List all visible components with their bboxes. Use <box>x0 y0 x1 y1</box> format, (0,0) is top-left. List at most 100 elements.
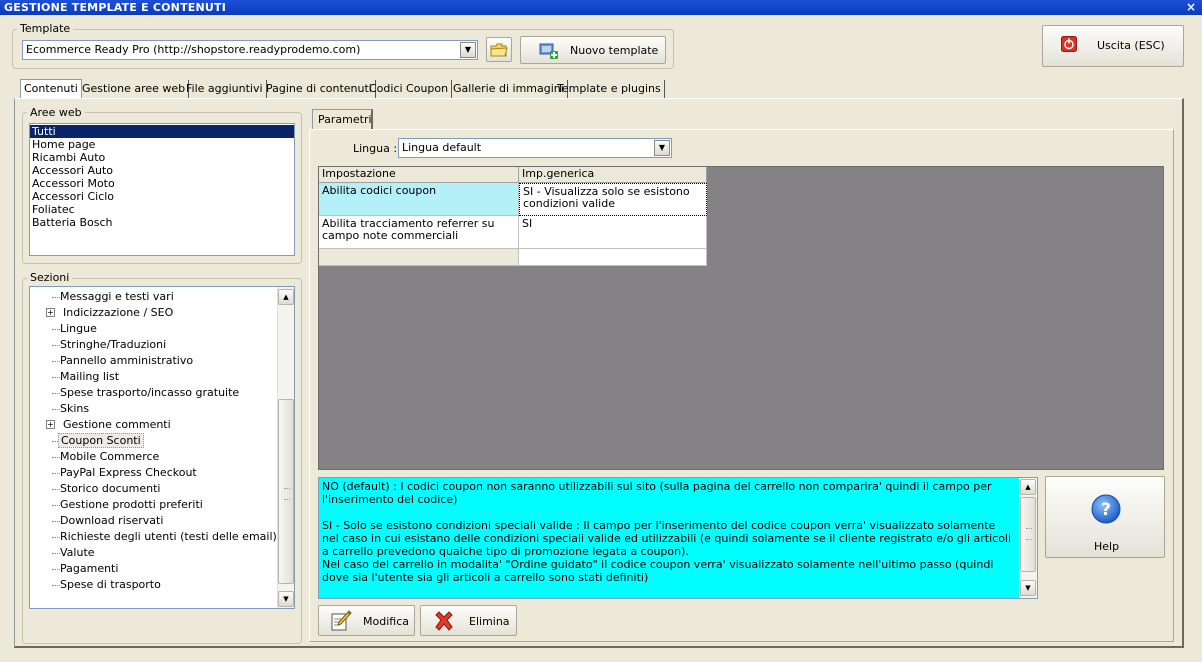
lingua-select-value: Lingua default <box>402 141 482 154</box>
tree-item[interactable]: Coupon Sconti <box>32 433 144 449</box>
tab-contenuti[interactable]: Contenuti <box>20 79 82 99</box>
tab-template-e-plugins[interactable]: Template e plugins <box>554 80 665 98</box>
list-item[interactable]: Accessori Ciclo <box>30 190 294 203</box>
tab-label: Pagine di contenuti <box>266 82 372 95</box>
lingua-label: Lingua : <box>353 142 398 155</box>
chevron-down-icon[interactable]: ▼ <box>460 42 476 58</box>
tab-label: Codici Coupon <box>369 82 449 95</box>
template-group-label: Template <box>17 22 74 35</box>
scroll-thumb[interactable] <box>278 399 294 584</box>
tree-item-label: Storico documenti <box>60 482 161 495</box>
edit-icon <box>331 610 352 631</box>
tab-gallerie-di-immagini[interactable]: Gallerie di immagini <box>450 80 568 98</box>
tab-parametri[interactable]: Parametri <box>312 109 373 130</box>
tree-item[interactable]: Mobile Commerce <box>32 449 161 465</box>
expand-icon[interactable]: + <box>46 420 55 429</box>
grid-header-impostazione: Impostazione <box>319 167 519 183</box>
tab-label: Template e plugins <box>557 82 661 95</box>
list-item[interactable]: Accessori Auto <box>30 164 294 177</box>
modifica-button[interactable]: Modifica <box>318 605 415 636</box>
help-button[interactable]: ? Help <box>1045 476 1165 558</box>
list-item[interactable]: Tutti <box>30 125 294 138</box>
close-icon[interactable]: × <box>1186 0 1196 15</box>
list-item[interactable]: Home page <box>30 138 294 151</box>
tree-item-label: Spese di trasporto <box>60 578 161 591</box>
tree-item[interactable]: + Indicizzazione / SEO <box>32 305 175 321</box>
aree-web-list[interactable]: Tutti Home page Ricambi Auto Accessori Auto… <box>29 123 295 256</box>
tree-item-label: Indicizzazione / SEO <box>63 306 174 319</box>
tree-item[interactable]: Messaggi e testi vari <box>32 289 176 305</box>
list-item[interactable]: Foliatec <box>30 203 294 216</box>
open-folder-button[interactable] <box>486 37 512 62</box>
grid-cell-setting-name[interactable]: Abilita tracciamento referrer su campo n… <box>319 216 519 249</box>
add-template-icon <box>539 43 558 59</box>
template-select[interactable]: Ecommerce Ready Pro (http://shopstore.re… <box>22 40 478 60</box>
tree-item[interactable]: Pagamenti <box>32 561 120 577</box>
tab-parametri-label: Parametri <box>318 113 372 126</box>
modifica-label: Modifica <box>363 615 409 628</box>
exit-label: Uscita (ESC) <box>1097 39 1165 52</box>
tree-item-label: Valute <box>60 546 95 559</box>
new-template-button[interactable]: Nuovo template <box>520 36 666 64</box>
tree-item[interactable]: Storico documenti <box>32 481 162 497</box>
tree-item[interactable]: Spese trasporto/incasso gratuite <box>32 385 241 401</box>
grid-header-imp-generica: Imp.generica <box>519 167 707 183</box>
tree-item[interactable]: Pannello amministrativo <box>32 353 195 369</box>
tree-item-label: Lingue <box>60 322 97 335</box>
tree-item[interactable]: Lingue <box>32 321 99 337</box>
window-title-bar: GESTIONE TEMPLATE E CONTENUTI <box>0 0 1202 15</box>
scroll-down-icon[interactable]: ▼ <box>278 591 294 607</box>
tab-file-aggiuntivi[interactable]: File aggiuntivi <box>183 80 267 98</box>
scroll-up-icon[interactable]: ▲ <box>1020 479 1036 495</box>
tree-item[interactable]: Download riservati <box>32 513 165 529</box>
tree-item-label: Download riservati <box>60 514 164 527</box>
tree-item-label: Pagamenti <box>60 562 119 575</box>
tree-item[interactable]: Mailing list <box>32 369 121 385</box>
tree-item[interactable]: Richieste degli utenti (testi delle emai… <box>32 529 279 545</box>
scroll-thumb[interactable] <box>1020 497 1036 572</box>
grid-cell-setting-name[interactable]: Abilita codici coupon <box>319 183 519 216</box>
tree-item-label: Gestione commenti <box>63 418 171 431</box>
grid-cell-empty[interactable] <box>519 249 707 266</box>
tree-item[interactable]: Valute <box>32 545 97 561</box>
tree-item[interactable]: Spese di trasporto <box>32 577 163 593</box>
tree-item-label: Messaggi e testi vari <box>60 290 174 303</box>
tab-pagine-di-contenuti[interactable]: Pagine di contenuti <box>263 80 376 98</box>
tab-gestione-aree-web[interactable]: Gestione aree web <box>79 80 190 98</box>
tree-item-label: Spese trasporto/incasso gratuite <box>60 386 240 399</box>
tab-label: Gestione aree web <box>82 82 186 95</box>
tab-label: Contenuti <box>24 82 78 95</box>
description-box: NO (default) : I codici coupon non saran… <box>318 477 1038 599</box>
description-scrollbar[interactable]: ▲ ▼ <box>1019 478 1037 598</box>
window-title: GESTIONE TEMPLATE E CONTENUTI <box>4 1 227 14</box>
list-item[interactable]: Ricambi Auto <box>30 151 294 164</box>
tree-item[interactable]: Stringhe/Traduzioni <box>32 337 168 353</box>
scroll-down-icon[interactable]: ▼ <box>1020 580 1036 596</box>
elimina-button[interactable]: Elimina <box>420 605 517 636</box>
grid-cell-setting-value[interactable]: SI - Visualizza solo se esistono condizi… <box>519 183 707 216</box>
power-icon <box>1061 36 1077 52</box>
exit-button[interactable]: Uscita (ESC) <box>1042 25 1184 67</box>
help-icon: ? <box>1091 494 1121 524</box>
list-item[interactable]: Accessori Moto <box>30 177 294 190</box>
grid-cell-empty[interactable] <box>319 249 519 266</box>
tree-item[interactable]: Skins <box>32 401 91 417</box>
tree-item-label: Richieste degli utenti (testi delle emai… <box>60 530 277 543</box>
sezioni-label: Sezioni <box>27 271 73 284</box>
help-label: Help <box>1094 540 1120 553</box>
list-item[interactable]: Batteria Bosch <box>30 216 294 229</box>
lingua-select[interactable]: Lingua default ▼ <box>398 138 672 158</box>
chevron-down-icon[interactable]: ▼ <box>654 140 670 156</box>
elimina-label: Elimina <box>469 615 510 628</box>
tree-item[interactable]: PayPal Express Checkout <box>32 465 199 481</box>
tree-item-label: Skins <box>60 402 90 415</box>
expand-icon[interactable]: + <box>46 308 55 317</box>
sezioni-scrollbar[interactable]: ▲ ▼ <box>277 287 294 608</box>
tree-item[interactable]: Gestione prodotti preferiti <box>32 497 205 513</box>
delete-icon <box>435 611 453 631</box>
scroll-up-icon[interactable]: ▲ <box>278 289 294 305</box>
svg-text:?: ? <box>1101 500 1111 520</box>
tree-item[interactable]: + Gestione commenti <box>32 417 173 433</box>
grid-cell-setting-value[interactable]: SI <box>519 216 707 249</box>
tab-codici-coupon[interactable]: Codici Coupon <box>366 80 453 98</box>
